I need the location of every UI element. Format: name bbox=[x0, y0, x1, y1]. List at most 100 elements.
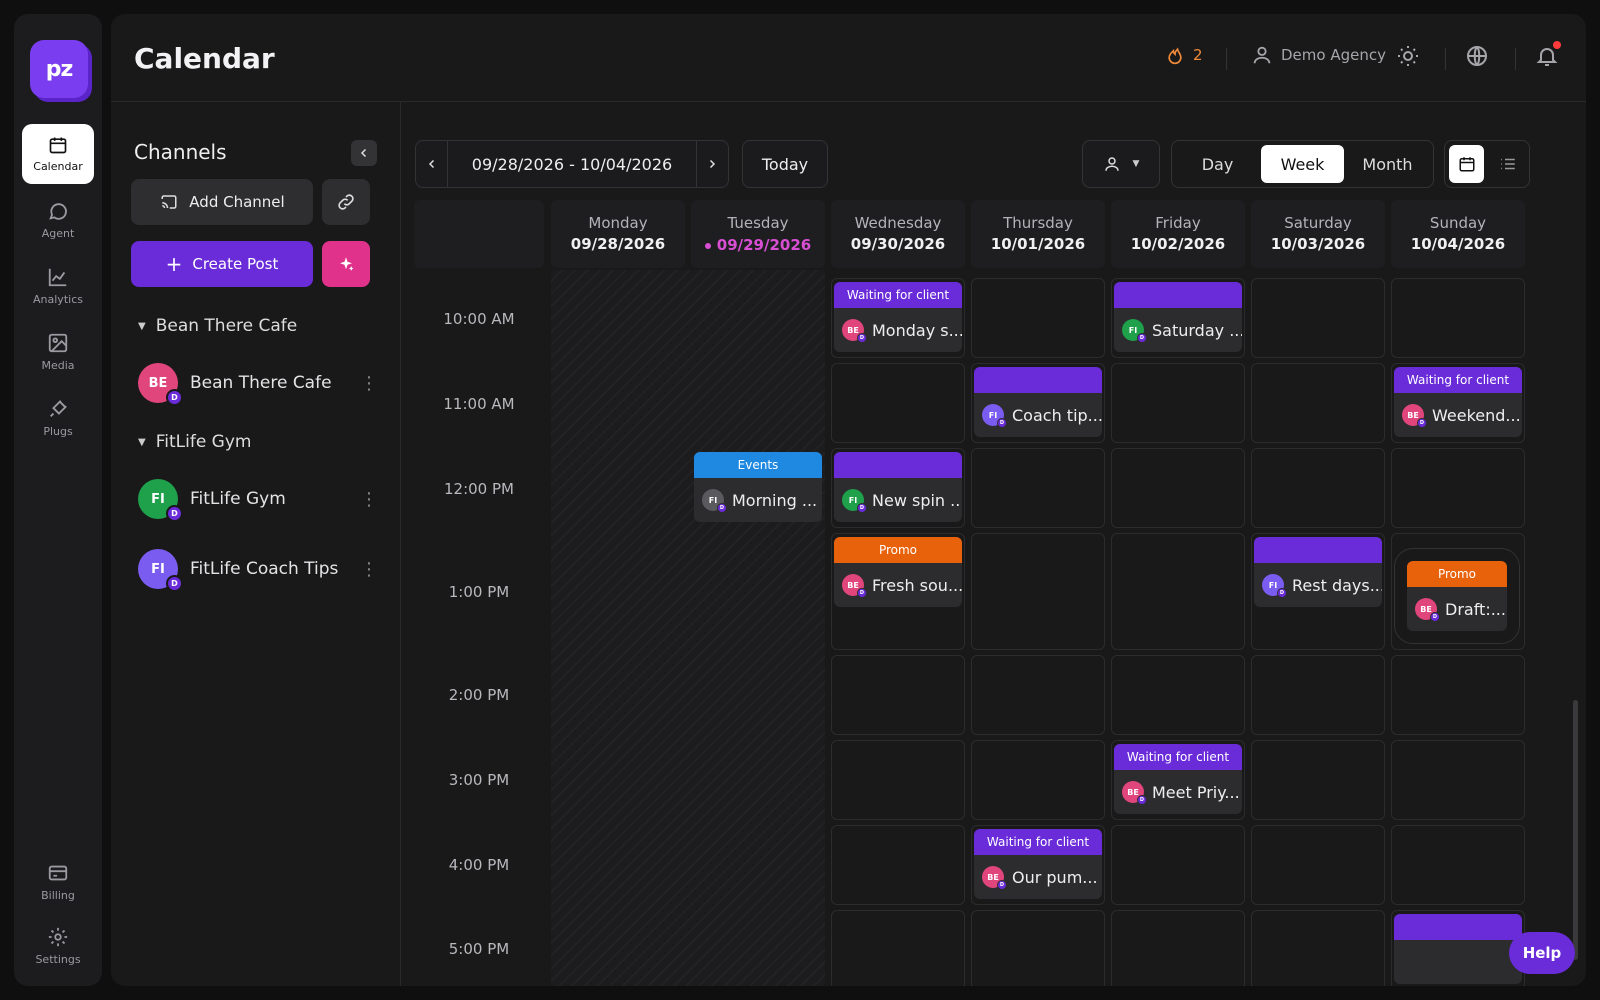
post-text: Coach tip... bbox=[1012, 405, 1102, 425]
date-range-label[interactable]: 09/28/2026 - 10/04/2026 bbox=[472, 155, 672, 174]
time-slot[interactable] bbox=[1111, 448, 1245, 528]
time-slot[interactable] bbox=[1251, 363, 1385, 443]
post-card[interactable]: Promo BE D Draft:... bbox=[1394, 548, 1520, 644]
account-name: Demo Agency bbox=[1281, 46, 1386, 64]
theme-toggle[interactable] bbox=[1396, 44, 1420, 68]
copy-link-button[interactable] bbox=[322, 179, 370, 225]
time-slot[interactable] bbox=[1251, 740, 1385, 820]
time-slot[interactable] bbox=[831, 363, 965, 443]
time-slot[interactable] bbox=[1111, 533, 1245, 650]
caret-down-icon: ▼ bbox=[138, 436, 146, 448]
time-slot[interactable] bbox=[831, 655, 965, 735]
time-slot[interactable] bbox=[971, 278, 1105, 358]
post-card[interactable]: Waiting for client BE D Our pum... bbox=[974, 829, 1102, 899]
streak-count: 2 bbox=[1193, 46, 1203, 64]
caret-down-icon: ▼ bbox=[138, 320, 146, 332]
help-button[interactable]: Help bbox=[1509, 932, 1575, 974]
post-card[interactable]: Waiting for client BE D Meet Priy... bbox=[1114, 744, 1242, 814]
day-date: 10/01/2026 bbox=[990, 235, 1086, 253]
time-slot[interactable] bbox=[1251, 655, 1385, 735]
notifications-button[interactable] bbox=[1535, 41, 1561, 68]
view-switcher: Day Week Month bbox=[1171, 140, 1434, 188]
post-card[interactable]: Waiting for client BE D Weekend... bbox=[1394, 367, 1522, 437]
nav-plugs[interactable]: Plugs bbox=[22, 388, 94, 448]
time-slot[interactable] bbox=[1391, 278, 1525, 358]
post-card[interactable] bbox=[1394, 914, 1522, 984]
nav-settings[interactable]: Settings bbox=[22, 916, 94, 976]
view-week[interactable]: Week bbox=[1261, 145, 1344, 183]
post-card[interactable]: FI D Rest days... bbox=[1254, 537, 1382, 607]
account-menu[interactable]: Demo Agency bbox=[1251, 44, 1386, 66]
day-date: 09/28/2026 bbox=[570, 235, 666, 253]
more-options-icon[interactable]: ⋮ bbox=[360, 489, 378, 510]
avatar-initials: BE bbox=[148, 375, 168, 391]
nav-agent[interactable]: Agent bbox=[22, 190, 94, 250]
more-options-icon[interactable]: ⋮ bbox=[360, 559, 378, 580]
day-name: Wednesday bbox=[854, 214, 942, 232]
time-slot[interactable] bbox=[1111, 910, 1245, 986]
create-post-button[interactable]: + Create Post bbox=[131, 241, 313, 287]
today-button[interactable]: Today bbox=[742, 140, 828, 188]
nav-analytics[interactable]: Analytics bbox=[22, 256, 94, 316]
language-button[interactable] bbox=[1465, 44, 1489, 68]
avatar-initials: FI bbox=[1128, 325, 1138, 335]
time-slot[interactable] bbox=[1251, 910, 1385, 986]
channel-item[interactable]: FI D FitLife Gym ⋮ bbox=[138, 477, 378, 522]
platform-badge: D bbox=[997, 880, 1007, 890]
streak-badge[interactable]: 2 bbox=[1165, 44, 1203, 66]
time-slot[interactable] bbox=[1251, 278, 1385, 358]
time-slot[interactable] bbox=[1391, 655, 1525, 735]
view-day[interactable]: Day bbox=[1176, 145, 1259, 183]
time-slot[interactable] bbox=[1391, 740, 1525, 820]
time-slot[interactable] bbox=[971, 910, 1105, 986]
nav-calendar[interactable]: Calendar bbox=[22, 124, 94, 184]
app-logo[interactable]: pz bbox=[30, 40, 88, 98]
prev-week-button[interactable] bbox=[416, 141, 448, 187]
time-slot[interactable] bbox=[831, 825, 965, 905]
post-card[interactable]: Promo BE D Fresh sou... bbox=[834, 537, 962, 607]
time-slot[interactable] bbox=[1251, 448, 1385, 528]
time-slot[interactable] bbox=[1251, 825, 1385, 905]
post-card[interactable]: Events FI D Morning ... bbox=[694, 452, 822, 522]
time-slot[interactable] bbox=[971, 655, 1105, 735]
time-slot[interactable] bbox=[1391, 448, 1525, 528]
channel-item[interactable]: FI D FitLife Coach Tips ⋮ bbox=[138, 547, 378, 592]
time-slot[interactable] bbox=[831, 740, 965, 820]
group-bean-there-cafe[interactable]: ▼ Bean There Cafe bbox=[138, 316, 297, 336]
avatar-initials: BE bbox=[847, 325, 859, 335]
chevron-right-icon bbox=[710, 159, 716, 169]
post-status-tag bbox=[974, 367, 1102, 393]
collapse-sidebar-button[interactable] bbox=[351, 140, 377, 166]
add-channel-button[interactable]: Add Channel bbox=[131, 179, 313, 225]
calendar-view-button[interactable] bbox=[1449, 145, 1484, 183]
customer-filter[interactable]: ▼ bbox=[1082, 140, 1160, 188]
post-card[interactable]: FI D New spin ... bbox=[834, 452, 962, 522]
group-fitlife-gym[interactable]: ▼ FitLife Gym bbox=[138, 432, 251, 452]
post-card[interactable]: FI D Coach tip... bbox=[974, 367, 1102, 437]
calendar-icon bbox=[1459, 157, 1474, 172]
time-slot[interactable] bbox=[971, 448, 1105, 528]
plus-icon: + bbox=[165, 252, 183, 276]
scrollbar[interactable] bbox=[1573, 700, 1578, 960]
view-month[interactable]: Month bbox=[1346, 145, 1429, 183]
ai-generate-button[interactable] bbox=[322, 241, 370, 287]
time-slot[interactable] bbox=[1111, 825, 1245, 905]
post-status-tag bbox=[1254, 537, 1382, 563]
time-slot[interactable] bbox=[1391, 825, 1525, 905]
channel-item[interactable]: BE D Bean There Cafe ⋮ bbox=[138, 361, 378, 406]
time-slot[interactable] bbox=[1111, 363, 1245, 443]
post-card[interactable]: FI D Saturday ... bbox=[1114, 282, 1242, 352]
user-icon bbox=[1251, 44, 1273, 66]
post-status-tag: Waiting for client bbox=[1114, 744, 1242, 770]
group-name: FitLife Gym bbox=[155, 432, 252, 452]
post-card[interactable]: Waiting for client BE D Monday s... bbox=[834, 282, 962, 352]
list-view-button[interactable] bbox=[1490, 145, 1525, 183]
nav-media[interactable]: Media bbox=[22, 322, 94, 382]
more-options-icon[interactable]: ⋮ bbox=[360, 373, 378, 394]
next-week-button[interactable] bbox=[695, 141, 728, 187]
time-slot[interactable] bbox=[971, 740, 1105, 820]
time-slot[interactable] bbox=[1111, 655, 1245, 735]
nav-billing[interactable]: Billing bbox=[22, 852, 94, 912]
time-slot[interactable] bbox=[971, 533, 1105, 650]
time-slot[interactable] bbox=[831, 910, 965, 986]
